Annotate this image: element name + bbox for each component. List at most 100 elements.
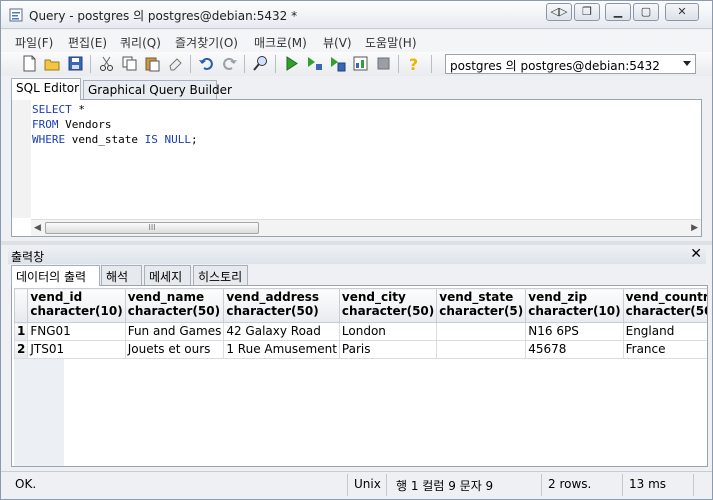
tab-explain[interactable]: 해석 [101,265,142,285]
undo-icon[interactable] [198,55,215,72]
scroll-left-icon[interactable]: ◀ [34,223,41,233]
status-separator [693,474,694,496]
status-message: OK. [15,477,37,491]
table-cell[interactable]: England [622,322,707,341]
pane-splitter[interactable] [1,241,712,245]
new-file-icon[interactable] [21,55,38,72]
column-header[interactable]: vend_id character(10) [27,288,126,323]
row-header-column [14,359,64,466]
grid-corner[interactable] [13,288,29,323]
column-name: vend_country [625,290,708,304]
tab-data-output[interactable]: 데이터의 출력 [11,265,100,286]
open-folder-icon[interactable] [44,55,61,72]
close-icon[interactable]: ✕ [690,246,702,262]
status-separator [347,474,348,496]
column-header[interactable]: vend_address character(50) [223,288,340,323]
sql-text: vend_state [65,133,145,146]
column-header[interactable]: vend_zip character(10) [525,288,624,323]
table-cell[interactable]: Jouets et ours [124,340,225,359]
table-row[interactable]: 1 FNG01 Fun and Games 42 Galaxy Road Lon… [13,322,707,341]
tab-history[interactable]: 히스토리 [193,265,248,285]
stop-icon[interactable] [375,55,392,72]
query-window: Query - postgres 의 postgres@debian:5432 … [0,0,713,500]
menu-favorites[interactable]: 즐겨찾기(O) [175,34,238,51]
column-header[interactable]: vend_state character(5) [436,288,527,323]
table-cell[interactable]: Fun and Games [124,322,225,341]
menu-edit[interactable]: 편집(E) [68,34,107,51]
redo-icon[interactable] [221,55,238,72]
scroll-right-icon[interactable]: ▶ [691,223,698,233]
restore-app-button[interactable]: ❐ [574,3,600,21]
minimize-icon: ▁ [613,5,623,18]
help-icon[interactable]: ? [405,55,422,72]
table-cell[interactable]: London [338,322,438,341]
execute-icon[interactable] [283,55,300,72]
table-cell[interactable]: N16 6PS [525,322,624,341]
column-name: vend_city [341,290,406,304]
menu-help[interactable]: 도움말(H) [365,34,417,51]
table-cell[interactable]: 45678 [525,340,624,359]
editor-gutter [12,100,31,218]
find-icon[interactable] [252,55,269,72]
row-number[interactable]: 1 [13,322,29,341]
explain-icon[interactable] [306,55,323,72]
menu-macros[interactable]: 매크로(M) [254,34,307,51]
table-cell[interactable]: 42 Galaxy Road [223,322,340,341]
sql-keyword: IS NULL [144,133,191,146]
query-app-icon [9,8,23,22]
data-output-grid[interactable]: vend_id character(10) vend_name character(… [11,285,708,467]
table-cell[interactable] [436,322,527,341]
execute-to-file-icon[interactable] [329,55,346,72]
menu-query[interactable]: 쿼리(Q) [120,34,161,51]
column-name: vend_zip [528,290,588,304]
copy-icon[interactable] [121,55,138,72]
close-button[interactable]: ✕ [665,3,699,21]
table-cell[interactable]: Paris [338,340,438,359]
table-cell[interactable]: France [622,340,707,359]
eraser-icon[interactable] [167,55,184,72]
toolbar-separator [244,55,245,73]
title-bar: Query - postgres 의 postgres@debian:5432 … [1,1,712,29]
window-stack-icon: ❐ [582,5,592,18]
menu-view[interactable]: 뷰(V) [323,34,352,51]
tab-sql-editor[interactable]: SQL Editor [11,78,81,100]
maximize-button[interactable]: ▢ [633,3,659,21]
scrollbar-thumb[interactable]: III [45,222,259,234]
minimize-button[interactable]: ▁ [605,3,631,21]
sql-editor[interactable]: SELECT * FROM Vendors WHERE vend_state I… [11,99,702,237]
column-type: character(50) [127,304,221,318]
connection-select-value: postgres 의 postgres@debian:5432 [450,59,660,73]
sql-code[interactable]: SELECT * FROM Vendors WHERE vend_state I… [32,102,198,147]
table-row[interactable]: 2 JTS01 Jouets et ours 1 Rue Amusement P… [13,340,707,359]
cut-icon[interactable] [98,55,115,72]
row-number[interactable]: 2 [13,340,29,359]
column-header[interactable]: vend_name character(50) [124,288,225,323]
table-cell[interactable]: 1 Rue Amusement [223,340,340,359]
tab-messages[interactable]: 메세지 [144,265,191,285]
explain-analyze-icon[interactable] [352,55,369,72]
chevron-down-icon [683,61,691,66]
connection-select[interactable]: postgres 의 postgres@debian:5432 [445,54,696,74]
column-type: character(50) [625,304,707,318]
table-cell[interactable]: JTS01 [27,340,126,359]
column-type: character(50) [341,304,435,318]
column-header[interactable]: vend_city character(50) [338,288,438,323]
table-cell[interactable]: FNG01 [27,322,126,341]
save-icon[interactable] [67,55,84,72]
menu-file[interactable]: 파일(F) [15,34,53,51]
output-pane-title: 출력창 [11,250,45,264]
table-header-row: vend_id character(10) vend_name character(… [13,288,708,323]
table-cell[interactable] [436,340,527,359]
paste-icon[interactable] [144,55,161,72]
status-row-count: 2 rows. [548,477,592,491]
column-type: character(50) [226,304,319,318]
column-header[interactable]: vend_countrycharacter(50) [622,288,708,323]
sql-text: Vendors [58,118,112,131]
toolbar-separator [398,55,399,73]
toolbar-separator [275,55,276,73]
editor-horizontal-scrollbar[interactable]: ◀ III ▶ [31,219,701,236]
sql-keyword: FROM [32,118,59,131]
output-pane-header: 출력창 ✕ [8,246,706,264]
tab-graphical-query-builder[interactable]: Graphical Query Builder [83,80,232,100]
switch-window-button[interactable]: ◁▷ [546,3,572,21]
